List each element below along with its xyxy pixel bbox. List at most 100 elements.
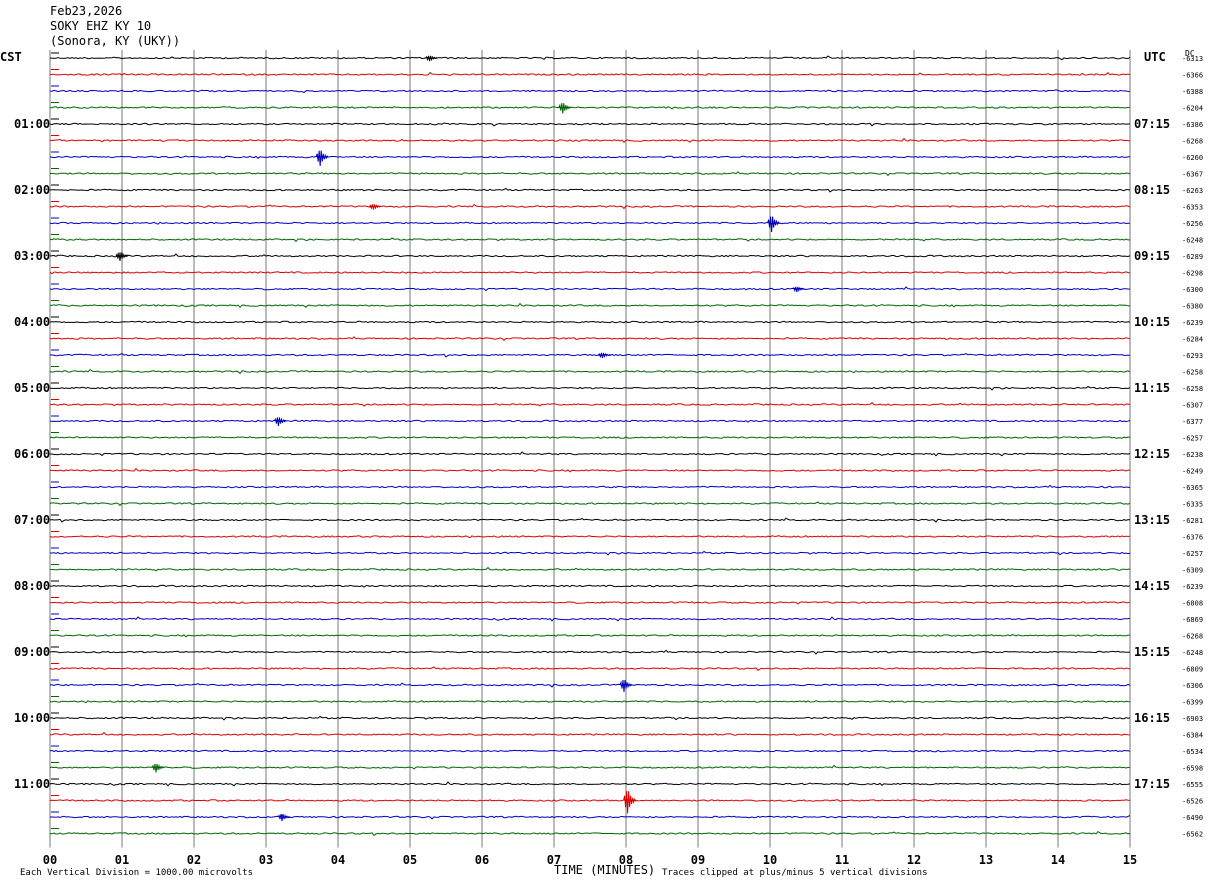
left-hour-label: 10:00 xyxy=(14,711,50,725)
trace-row xyxy=(50,550,1131,556)
event-spike xyxy=(558,103,572,114)
x-tick-label: 00 xyxy=(43,853,57,867)
dc-offset: -6260 xyxy=(1182,154,1203,162)
trace-row xyxy=(49,535,1130,539)
dc-offset: -6258 xyxy=(1182,385,1203,393)
trace-row xyxy=(50,451,1131,457)
dc-offset: -6367 xyxy=(1182,171,1203,179)
event-spike xyxy=(767,216,781,233)
dc-label: DC xyxy=(1185,49,1195,58)
trace-row xyxy=(49,137,1131,144)
trace-row xyxy=(49,700,1131,704)
event-spike xyxy=(598,352,611,359)
dc-offset: -6526 xyxy=(1182,798,1203,806)
left-hour-label: 06:00 xyxy=(14,447,50,461)
dc-offset: -6386 xyxy=(1182,121,1203,129)
dc-offset: -6598 xyxy=(1182,765,1203,773)
left-hour-label: 02:00 xyxy=(14,183,50,197)
trace-row xyxy=(49,55,1131,61)
trace-row xyxy=(49,352,1131,358)
dc-offset: -6335 xyxy=(1182,501,1203,509)
trace-row xyxy=(49,731,1131,737)
trace-row xyxy=(49,286,1131,292)
event-spike xyxy=(425,55,438,62)
x-tick-label: 13 xyxy=(979,853,993,867)
dc-offset: -6808 xyxy=(1182,600,1203,608)
trace-row xyxy=(49,584,1131,588)
left-hour-label: 11:00 xyxy=(14,777,50,791)
event-spike xyxy=(792,286,806,293)
x-tick-label: 05 xyxy=(403,853,417,867)
dc-offset: -6380 xyxy=(1182,303,1203,311)
left-timezone-label: CST xyxy=(0,50,22,64)
x-tick-label: 14 xyxy=(1051,853,1065,867)
trace-row xyxy=(49,566,1131,572)
dc-offset: -6289 xyxy=(1182,253,1203,261)
helicorder-plot: 00 01 02 03 04 05 06 07 08 09 10 11 12 13 14 15 01:0002… xyxy=(14,50,1203,867)
dc-offset: -6809 xyxy=(1182,666,1203,674)
dc-offset: -6562 xyxy=(1182,831,1203,839)
right-hour-label: 11:15 xyxy=(1134,381,1170,395)
trace-row xyxy=(49,682,1131,688)
dc-offset: -6377 xyxy=(1182,418,1203,426)
trace-row xyxy=(49,616,1131,622)
dc-offset: -6258 xyxy=(1182,369,1203,377)
x-tick-label: 10 xyxy=(763,853,777,867)
dc-offset: -6399 xyxy=(1182,699,1203,707)
station-name: SOKY EHZ KY 10 xyxy=(50,19,152,33)
dc-offset: -6293 xyxy=(1182,352,1203,360)
right-timezone-label: UTC xyxy=(1144,50,1166,64)
dc-offset: -6239 xyxy=(1182,583,1203,591)
seismic-traces xyxy=(49,52,1131,837)
trace-row xyxy=(49,89,1131,94)
left-hour-label: 08:00 xyxy=(14,579,50,593)
trace-row xyxy=(49,271,1131,275)
trace-row xyxy=(49,368,1131,375)
left-hour-labels: 01:00 02:00 03:00 04:00 05:00 06:00 07:00 08:00… xyxy=(14,117,50,791)
dc-offset: -6300 xyxy=(1182,286,1203,294)
dc-offset: -6239 xyxy=(1182,319,1203,327)
dc-offset: -6249 xyxy=(1182,468,1203,476)
left-hour-label: 04:00 xyxy=(14,315,50,329)
event-spike xyxy=(623,791,637,814)
trace-row xyxy=(49,830,1131,837)
x-tick-label: 02 xyxy=(187,853,201,867)
right-hour-label: 09:15 xyxy=(1134,249,1170,263)
trace-row xyxy=(49,715,1131,721)
right-hour-label: 16:15 xyxy=(1134,711,1170,725)
clip-note: Traces clipped at plus/minus 5 vertical … xyxy=(662,868,928,878)
trace-row xyxy=(49,122,1130,127)
event-spike xyxy=(277,813,291,822)
trace-row xyxy=(49,436,1131,439)
right-hour-label: 14:15 xyxy=(1134,579,1170,593)
trace-row xyxy=(49,106,1130,110)
left-hour-label: 03:00 xyxy=(14,249,50,263)
trace-row xyxy=(49,781,1131,787)
dc-offset: -6490 xyxy=(1182,814,1203,822)
trace-row xyxy=(49,401,1131,407)
dc-offset: -6306 xyxy=(1182,682,1203,690)
trace-row xyxy=(49,666,1131,672)
dc-offset: -6268 xyxy=(1182,633,1203,641)
dc-offset: -6555 xyxy=(1182,781,1203,789)
event-spike xyxy=(315,150,329,167)
dc-offset-labels: -6313-6366-6388-6204-6386-6268-6260-6367… xyxy=(1182,55,1203,839)
trace-row xyxy=(49,187,1131,193)
x-tick-label: 03 xyxy=(259,853,273,867)
dc-offset: -6257 xyxy=(1182,435,1203,443)
trace-row xyxy=(49,385,1131,391)
trace-row xyxy=(49,484,1131,489)
dc-offset: -6257 xyxy=(1182,550,1203,558)
dc-offset: -6248 xyxy=(1182,649,1203,657)
x-tick-label: 15 xyxy=(1123,853,1137,867)
scale-note: Each Vertical Division = 1000.00 microvo… xyxy=(20,868,253,878)
x-tick-label: 09 xyxy=(691,853,705,867)
dc-offset: -6238 xyxy=(1182,451,1203,459)
trace-row xyxy=(49,649,1131,655)
dc-offset: -6365 xyxy=(1182,484,1203,492)
trace-row xyxy=(49,336,1131,342)
dc-offset: -6376 xyxy=(1182,534,1203,542)
trace-row xyxy=(49,601,1131,605)
trace-row xyxy=(49,221,1131,225)
dc-offset: -6284 xyxy=(1182,336,1203,344)
